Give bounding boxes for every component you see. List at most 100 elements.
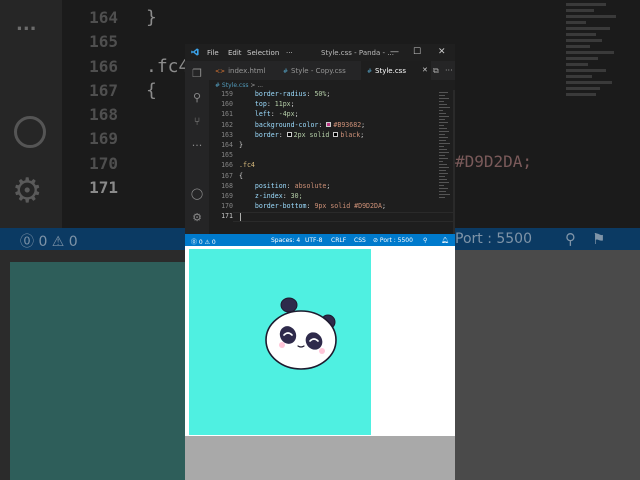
close-button[interactable]: ✕ [438, 47, 446, 57]
code-line[interactable]: 170 border-bottom: 9px solid #D9D2DA; [209, 202, 455, 212]
preview-stage [189, 249, 371, 435]
source-control-icon[interactable]: ⑂ [190, 115, 204, 129]
line-number: 171 [221, 212, 233, 221]
css-value: 9px solid #D9D2DA [314, 202, 382, 211]
code-editor[interactable]: 159 border-radius: 50%; 160 top: 11px; 161… [209, 90, 455, 234]
problems-indicator[interactable]: ⓪ 0 ⚠ 0 [191, 237, 216, 246]
browser-preview [185, 246, 455, 436]
background-account-icon [14, 116, 46, 148]
line-number: 162 [221, 120, 233, 129]
menu-file[interactable]: File [207, 49, 219, 57]
tab-index-html[interactable]: <> index.html [215, 61, 265, 80]
breadcrumb-path[interactable]: ... [257, 82, 263, 89]
split-editor-icon[interactable]: ⧉ [433, 66, 439, 76]
live-server-port[interactable]: ⊘ Port : 5500 [373, 237, 413, 244]
code-line[interactable]: 163 border: 2px solid black; [209, 131, 455, 141]
window-title: Style.css - Panda - ... [321, 49, 394, 57]
indentation-indicator[interactable]: Spaces: 4 [271, 237, 300, 244]
vscode-window: File Edit Selection ··· Style.css - Pand… [185, 44, 455, 246]
code-line[interactable]: 167 { [209, 172, 455, 182]
tab-style-copy-css[interactable]: # Style - Copy.css [283, 61, 346, 80]
background-preview-blur [10, 262, 185, 480]
encoding-indicator[interactable]: UTF-8 [305, 237, 323, 244]
code-line[interactable]: 160 top: 11px; [209, 100, 455, 110]
tab-label: index.html [228, 67, 266, 75]
breadcrumb-separator: > [250, 82, 256, 89]
code-line[interactable]: 165 [209, 151, 455, 161]
css-property: top [254, 100, 267, 109]
css-selector: .fc4 [239, 161, 255, 170]
notifications-icon[interactable]: 🔔︎ [441, 237, 449, 244]
css-property: background-color [254, 120, 319, 129]
editor-more-icon[interactable]: ··· [445, 66, 453, 75]
code-line[interactable]: 171 [209, 212, 455, 223]
title-bar: File Edit Selection ··· Style.css - Pand… [185, 44, 455, 61]
line-number: 168 [221, 181, 233, 190]
status-bar: ⓪ 0 ⚠ 0 Spaces: 4 UTF-8 CRLF CSS ⊘ Port … [185, 234, 455, 246]
css-value: black [340, 130, 361, 139]
breadcrumb: # Style.css > ... [209, 80, 455, 90]
html-file-icon: <> [215, 68, 226, 75]
css-property: border-bottom [254, 202, 307, 211]
maximize-button[interactable]: ☐ [413, 47, 421, 57]
css-value: 30; [290, 192, 303, 200]
css-property: border [254, 130, 279, 139]
background-gear-icon: ⚙ [12, 171, 43, 211]
code-line[interactable]: 161 left: -4px; [209, 110, 455, 120]
bottom-gray-area [185, 436, 455, 480]
color-swatch[interactable] [333, 132, 339, 138]
code-text: left: -4px; [254, 110, 299, 119]
css-value: 2px solid [293, 130, 330, 139]
line-number: 164 [221, 141, 233, 149]
live-share-icon[interactable]: ⚲ [423, 237, 427, 244]
language-indicator[interactable]: CSS [354, 237, 366, 244]
search-icon[interactable]: ⚲ [190, 91, 204, 105]
breadcrumb-file[interactable]: # Style.css [215, 82, 248, 89]
code-line[interactable]: 168 position: absolute; [209, 182, 455, 192]
code-line[interactable]: 162 background-color: #B93682; [209, 121, 455, 131]
tab-close-icon[interactable]: ✕ [422, 66, 428, 74]
explorer-icon[interactable]: ❐ [190, 67, 204, 81]
minimize-button[interactable]: — [390, 47, 399, 57]
code-line[interactable]: 166 .fc4 [209, 161, 455, 171]
eol-indicator[interactable]: CRLF [331, 237, 346, 244]
vscode-logo-icon [191, 48, 199, 56]
tab-bar: <> index.html # Style - Copy.css # Style.cs… [209, 61, 455, 80]
background-status-icons: ⚲⚑ [565, 230, 622, 248]
line-number: 165 [221, 151, 233, 160]
settings-gear-icon[interactable]: ⚙ [190, 211, 204, 225]
account-icon[interactable]: ◯ [190, 187, 204, 201]
background-minimap [566, 0, 640, 220]
background-color-value: #D9D2DA; [455, 152, 533, 171]
current-line-highlight [233, 212, 455, 223]
code-line[interactable]: 164} [209, 141, 455, 151]
color-swatch[interactable] [286, 132, 292, 138]
menu-edit[interactable]: Edit [228, 49, 242, 57]
css-value: absolute [294, 181, 327, 190]
code-text: border-radius: 50%; [254, 90, 331, 98]
css-property: position [254, 181, 287, 190]
code-brace: { [239, 171, 243, 180]
panda-illustration [265, 297, 337, 370]
color-swatch[interactable] [326, 122, 332, 128]
css-file-icon: # [283, 68, 289, 75]
code-text: top: 11px; [254, 100, 295, 109]
code-text: .fc4 [239, 161, 255, 169]
css-file-icon: # [367, 68, 373, 75]
code-line[interactable]: 169 z-index: 30; [209, 192, 455, 202]
line-number: 170 [221, 202, 233, 211]
more-icon[interactable]: ··· [190, 139, 204, 153]
tab-style-css[interactable]: # Style.css ✕ [361, 61, 431, 80]
background-status-problems: ⓪ 0 ⚠ 0 [20, 234, 78, 250]
css-property: z-index [254, 192, 283, 200]
line-number: 160 [221, 100, 233, 109]
code-text: position: absolute; [254, 181, 331, 190]
menu-more[interactable]: ··· [286, 49, 293, 57]
css-property: left [254, 110, 271, 119]
line-number: 169 [221, 192, 233, 200]
code-text: { [239, 172, 243, 180]
code-line[interactable]: 159 border-radius: 50%; [209, 90, 455, 100]
line-number: 159 [221, 90, 233, 98]
menu-selection[interactable]: Selection [247, 49, 279, 57]
css-value: #B93682 [333, 120, 362, 129]
